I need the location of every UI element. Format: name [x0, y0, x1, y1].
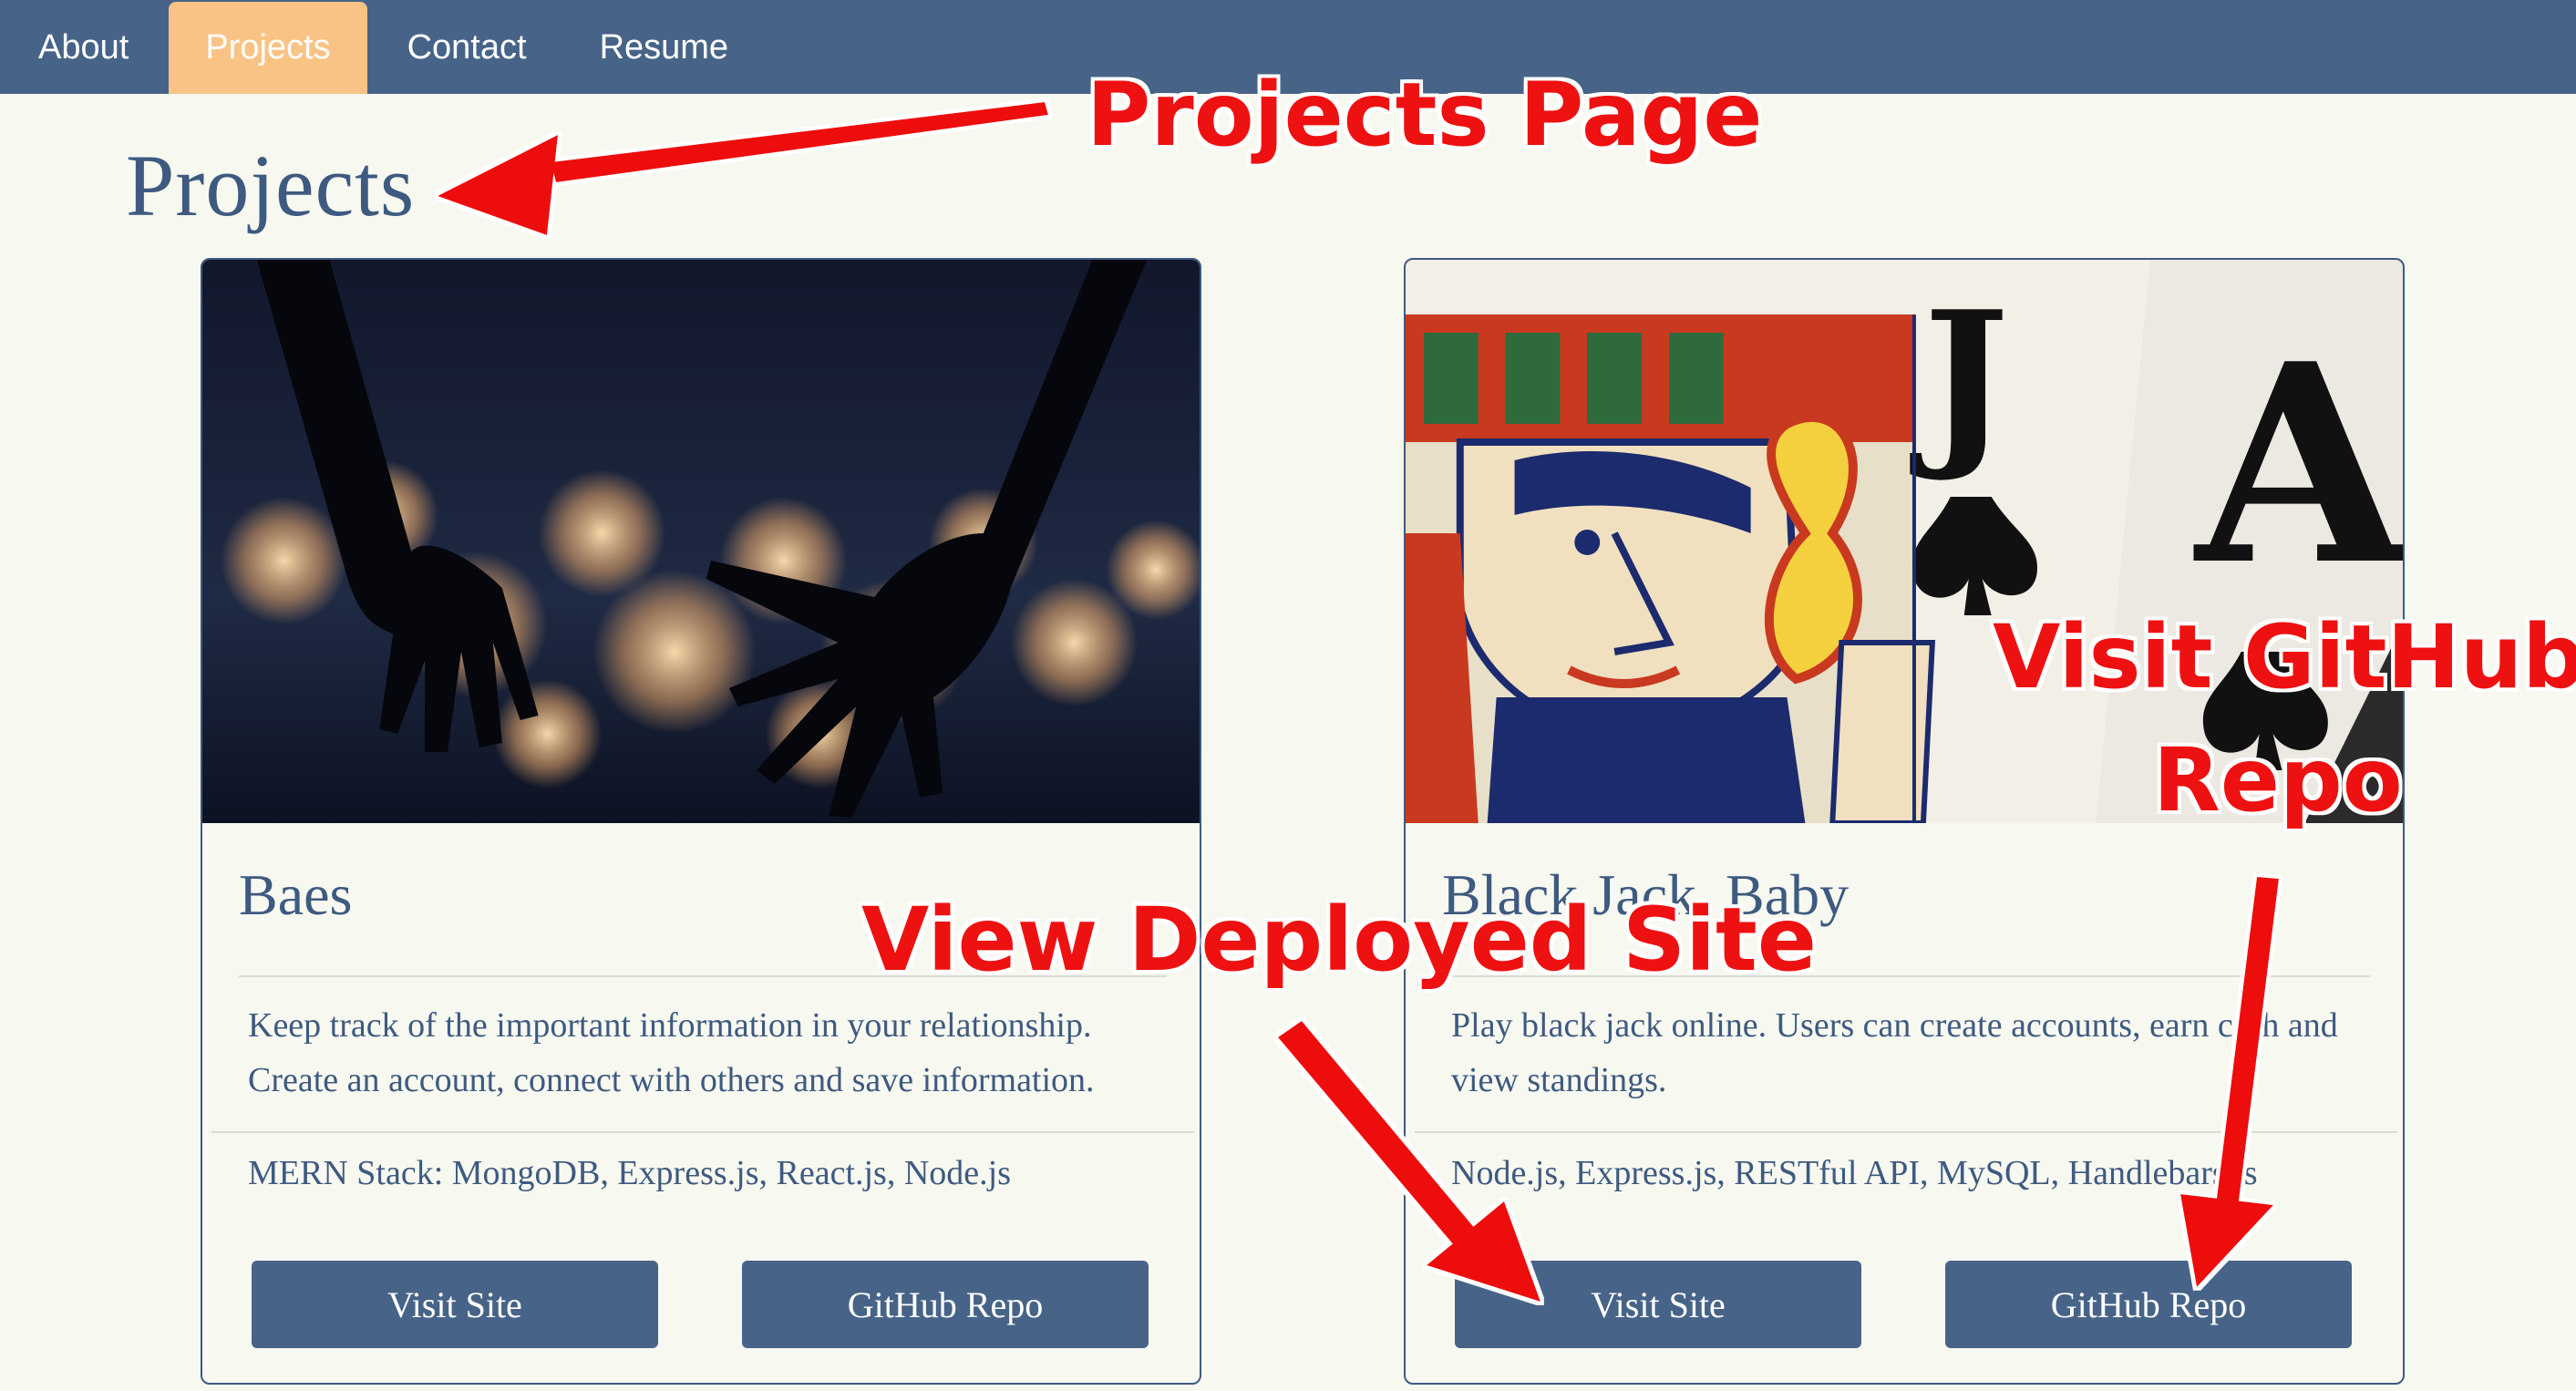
project-image-hands — [202, 260, 1200, 823]
annotation-repo: Repo — [2153, 729, 2403, 831]
annotation-visit-github: Visit GitHub — [1993, 606, 2576, 708]
nav-tab-projects[interactable]: Projects — [169, 2, 367, 94]
svg-text:J: J — [1910, 273, 2009, 486]
annotation-projects-page: Projects Page — [1087, 64, 1763, 166]
github-repo-button[interactable]: GitHub Repo — [742, 1261, 1149, 1348]
svg-text:A: A — [2191, 304, 2403, 625]
project-tech-stack: MERN Stack: MongoDB, Express.js, React.j… — [248, 1154, 1012, 1192]
visit-site-button[interactable]: Visit Site — [1455, 1261, 1861, 1348]
nav-tab-resume[interactable]: Resume — [563, 2, 766, 94]
nav-tab-about[interactable]: About — [2, 2, 165, 94]
project-tech-stack: Node.js, Express.js, RESTful API, MySQL,… — [1451, 1154, 2258, 1192]
arrow-projects-page — [438, 102, 1048, 235]
project-title: Baes — [239, 862, 353, 927]
project-card-baes: Baes Keep track of the important informa… — [201, 258, 1201, 1385]
project-description: Play black jack online. Users can create… — [1451, 1006, 2338, 1099]
annotation-view-deployed-site: View Deployed Site — [861, 889, 1817, 991]
divider — [1415, 1131, 2397, 1133]
nav-tab-contact[interactable]: Contact — [371, 2, 563, 94]
page-title: Projects — [126, 137, 416, 234]
project-description: Keep track of the important information … — [248, 1006, 1095, 1099]
divider — [211, 1131, 1194, 1133]
visit-site-button[interactable]: Visit Site — [252, 1261, 658, 1348]
github-repo-button[interactable]: GitHub Repo — [1945, 1261, 2352, 1348]
